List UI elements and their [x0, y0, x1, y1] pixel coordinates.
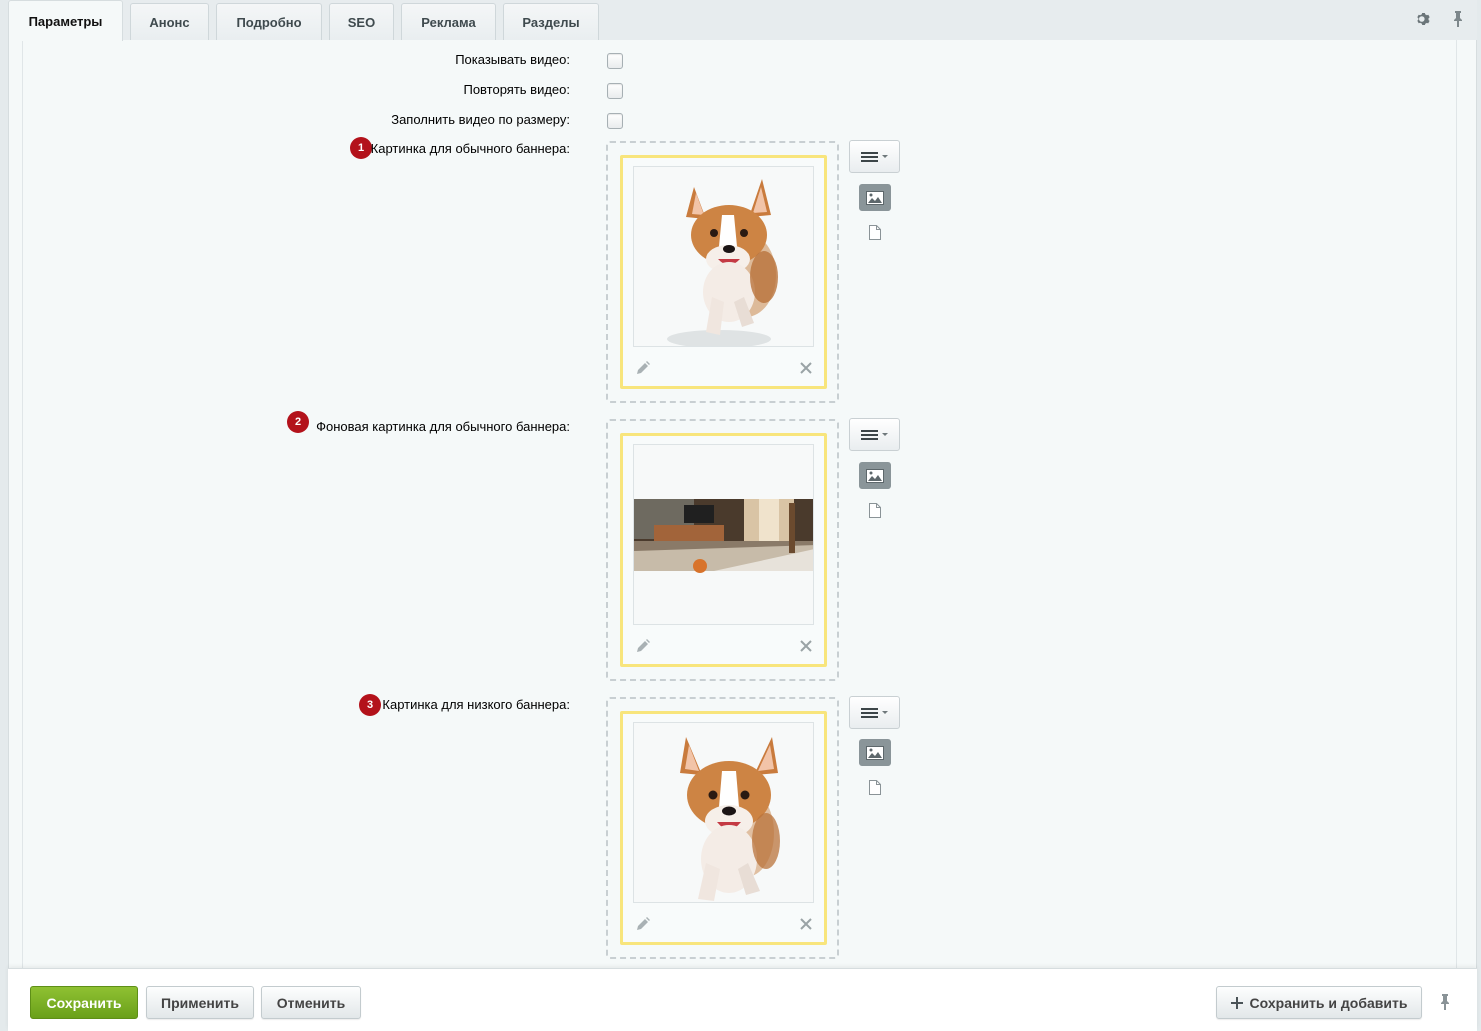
tab-details[interactable]: Подробно — [216, 3, 322, 40]
file-icon[interactable] — [866, 223, 884, 241]
repeat-video-checkbox[interactable] — [607, 83, 623, 99]
background-image-label: Фоновая картинка для обычного баннера: — [316, 419, 570, 434]
image-library-button[interactable] — [859, 184, 891, 211]
number-badge-1: 1 — [350, 137, 372, 159]
file-icon[interactable] — [866, 778, 884, 796]
tabs-bar: Параметры Анонс Подробно SEO Реклама Раз… — [8, 0, 1477, 41]
pin-icon[interactable] — [1436, 993, 1454, 1011]
banner-image-dropzone[interactable] — [606, 141, 839, 403]
menu-icon — [860, 707, 888, 718]
pencil-icon[interactable] — [635, 916, 651, 932]
form-footer: Сохранить Применить Отменить Сохранить и… — [8, 968, 1477, 1031]
close-icon[interactable] — [798, 916, 814, 932]
background-image-menu-button[interactable] — [849, 418, 900, 451]
repeat-video-label: Повторять видео: — [463, 82, 570, 97]
banner-image-card — [620, 155, 827, 389]
image-icon — [866, 468, 884, 483]
low-banner-image-dropzone[interactable] — [606, 697, 839, 959]
content-panel: Показывать видео: Повторять видео: Запол… — [8, 40, 1477, 968]
pencil-icon[interactable] — [635, 638, 651, 654]
file-icon[interactable] — [866, 501, 884, 519]
corgi-closeup-preview — [633, 722, 814, 903]
close-icon[interactable] — [798, 360, 814, 376]
banner-image-label: Картинка для обычного баннера: — [370, 141, 570, 156]
plus-icon — [1230, 996, 1243, 1009]
save-and-add-button[interactable]: Сохранить и добавить — [1216, 986, 1422, 1019]
background-image-card — [620, 433, 827, 667]
image-library-button[interactable] — [859, 462, 891, 489]
close-icon[interactable] — [798, 638, 814, 654]
number-badge-3: 3 — [359, 694, 381, 716]
tab-seo[interactable]: SEO — [329, 3, 394, 40]
gear-icon[interactable] — [1414, 10, 1432, 28]
apply-button[interactable]: Применить — [146, 986, 254, 1019]
save-button[interactable]: Сохранить — [30, 986, 138, 1019]
image-library-button[interactable] — [859, 739, 891, 766]
fill-video-checkbox[interactable] — [607, 113, 623, 129]
number-badge-2: 2 — [287, 411, 309, 433]
pin-icon[interactable] — [1449, 10, 1467, 28]
banner-image-menu-button[interactable] — [849, 140, 900, 173]
tab-ads[interactable]: Реклама — [401, 3, 496, 40]
image-icon — [866, 190, 884, 205]
form-area: Показывать видео: Повторять видео: Запол… — [22, 40, 1457, 968]
image-icon — [866, 745, 884, 760]
low-banner-image-menu-button[interactable] — [849, 696, 900, 729]
low-banner-image-card — [620, 711, 827, 945]
low-banner-image-label: Картинка для низкого баннера: — [382, 697, 570, 712]
fill-video-label: Заполнить видео по размеру: — [391, 112, 570, 127]
pencil-icon[interactable] — [635, 360, 651, 376]
tab-announce[interactable]: Анонс — [130, 3, 209, 40]
menu-icon — [860, 151, 888, 162]
show-video-label: Показывать видео: — [455, 52, 570, 67]
background-image-dropzone[interactable] — [606, 419, 839, 681]
living-room-preview — [633, 444, 814, 625]
tab-sections[interactable]: Разделы — [503, 3, 599, 40]
corgi-running-preview — [633, 166, 814, 347]
tab-parameters[interactable]: Параметры — [8, 0, 123, 41]
show-video-checkbox[interactable] — [607, 53, 623, 69]
menu-icon — [860, 429, 888, 440]
cancel-button[interactable]: Отменить — [261, 986, 361, 1019]
